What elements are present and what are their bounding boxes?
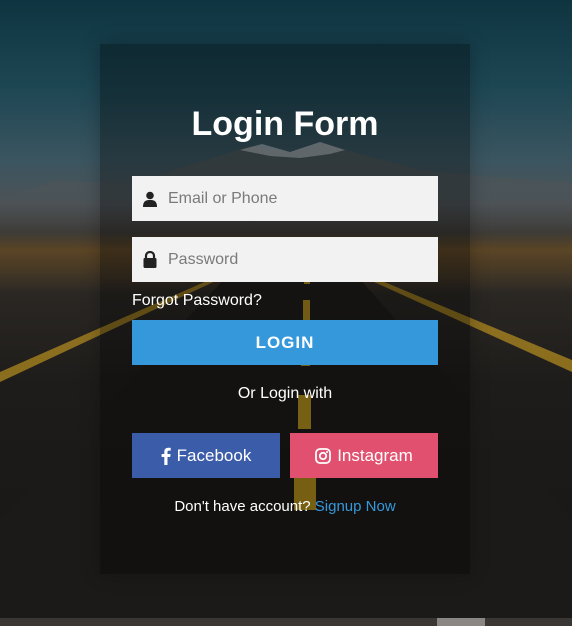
instagram-label: Instagram — [337, 445, 413, 465]
horizontal-scrollbar[interactable] — [0, 618, 572, 626]
lock-icon — [132, 237, 168, 282]
login-button[interactable]: LOGIN — [132, 320, 438, 365]
instagram-login-button[interactable]: Instagram — [290, 433, 438, 478]
signup-prompt: Don't have account? Signup Now — [100, 498, 470, 516]
facebook-icon — [161, 447, 171, 465]
no-account-text: Don't have account? — [174, 498, 311, 515]
facebook-login-button[interactable]: Facebook — [132, 433, 280, 478]
form-title: Login Form — [191, 105, 379, 143]
user-icon — [132, 176, 168, 221]
password-field[interactable] — [132, 237, 438, 282]
or-login-with-label: Or Login with — [237, 385, 333, 402]
password-input[interactable] — [168, 239, 428, 280]
instagram-icon — [315, 447, 332, 464]
forgot-password-link[interactable]: Forgot Password? — [132, 291, 262, 311]
email-input[interactable] — [168, 178, 428, 219]
login-card: Login Form Forgot Password? LOGIN Or Log… — [100, 44, 470, 574]
email-field[interactable] — [132, 176, 438, 221]
signup-link[interactable]: Signup Now — [315, 498, 396, 515]
facebook-label: Facebook — [176, 445, 252, 465]
scrollbar-thumb[interactable] — [437, 618, 485, 626]
